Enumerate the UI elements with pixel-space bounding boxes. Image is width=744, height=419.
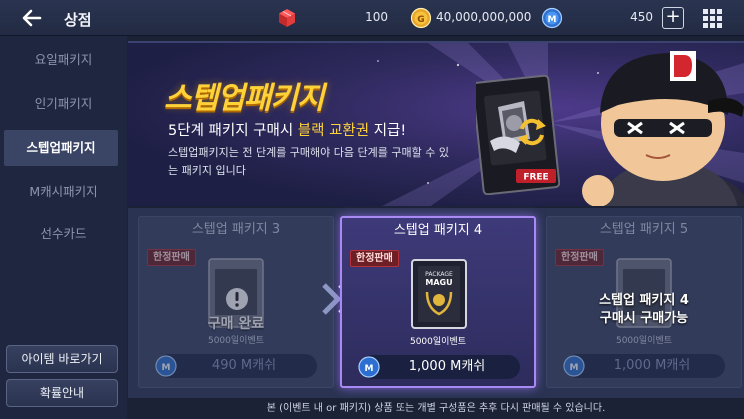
sidebar-item-player-card[interactable]: 선수카드 <box>0 216 127 252</box>
stepup-banner: 스텝업패키지 5단계 패키지 구매시 블랙 교환권 지급! 스텝업패키지는 전 … <box>128 41 744 206</box>
sidebar-item-popular-package[interactable]: 인기패키지 <box>0 86 127 122</box>
svg-text:M: M <box>548 15 557 25</box>
banner-subtitle-suffix: 지급! <box>369 123 407 139</box>
probability-guide-button[interactable]: 확률안내 <box>6 379 118 407</box>
package-card-step-4[interactable]: 스텝업 패키지 4 한정판매 PACKAGE MAGU 5000일이벤트 M 1… <box>340 216 536 388</box>
currency-red-cube: 100 <box>276 7 391 29</box>
limited-sale-badge: 한정판매 <box>147 249 196 266</box>
m-cash-count: 450 <box>630 10 653 24</box>
add-m-cash-button[interactable]: + <box>662 7 684 29</box>
price-label: 490 M캐쉬 <box>211 358 277 373</box>
red-cube-icon <box>279 9 295 27</box>
banner-subtitle-prefix: 5단계 패키지 구매시 <box>168 123 298 139</box>
locked-notice-line-1: 스텝업 패키지 4 <box>599 293 689 308</box>
gold-coin-icon: G <box>410 7 432 29</box>
package-title: 스텝업 패키지 5 <box>599 222 689 237</box>
package-card-step-3[interactable]: 스텝업 패키지 3 한정판매 구매 완료 5000일이벤트 M 490 M캐쉬 <box>138 216 334 388</box>
m-cash-icon: M <box>155 355 177 377</box>
price-button[interactable]: M 1,000 M캐쉬 <box>563 354 725 378</box>
menu-grid-icon[interactable] <box>703 9 723 29</box>
gold-count: 40,000,000,000 <box>436 10 532 24</box>
baseball-player-character-image <box>582 51 744 206</box>
price-label: 1,000 M캐쉬 <box>613 358 691 373</box>
package-bag-image: PACKAGE MAGU <box>411 259 467 329</box>
m-cash-icon: M <box>541 7 563 29</box>
bag-label-main: MAGU <box>425 278 452 287</box>
bag-label-top: PACKAGE <box>425 271 453 278</box>
package-title: 스텝업 패키지 3 <box>191 222 281 237</box>
currency-gold: G 40,000,000,000 <box>410 7 532 29</box>
back-arrow-icon[interactable] <box>18 4 46 32</box>
item-shortcut-button[interactable]: 아이템 바로가기 <box>6 345 118 373</box>
alert-icon <box>226 288 248 310</box>
package-title: 스텝업 패키지 4 <box>393 223 483 238</box>
banner-description: 스텝업패키지는 전 단계를 구매해야 다음 단계를 구매할 수 있는 패키지 입… <box>168 146 449 177</box>
top-bar: 상점 100 G 40,000,000,000 M 450 + <box>0 0 744 36</box>
banner-title: 스텝업패키지 <box>164 81 325 116</box>
package-caption: 5000일이벤트 <box>615 336 673 346</box>
red-cube-count: 100 <box>365 10 388 24</box>
sidebar: 요일패키지 인기패키지 스텝업패키지 M캐시패키지 선수카드 아이템 바로가기 … <box>0 36 127 419</box>
buy-price-button[interactable]: M 1,000 M캐쉬 <box>358 355 520 379</box>
footer-notice: 본 (이벤트 내 or 패키지) 상품 또는 개별 구성품은 추후 다시 판매될… <box>128 398 744 419</box>
price-button[interactable]: M 490 M캐쉬 <box>155 354 317 378</box>
sidebar-item-daily-package[interactable]: 요일패키지 <box>0 42 127 78</box>
card-free-tag: FREE <box>523 173 548 183</box>
package-caption: 5000일이벤트 <box>207 336 265 346</box>
package-caption: 5000일이벤트 <box>409 337 467 347</box>
locked-notice-line-2: 구매시 구매가능 <box>599 311 689 326</box>
black-ticket-card-image: FREE <box>476 74 560 195</box>
page-title: 상점 <box>64 11 92 29</box>
limited-sale-badge: 한정판매 <box>350 250 399 267</box>
purchase-complete-label: 구매 완료 <box>207 316 265 332</box>
m-cash-icon: M <box>358 356 380 378</box>
svg-text:M: M <box>570 363 579 373</box>
svg-text:G: G <box>417 15 424 25</box>
sidebar-item-mcash-package[interactable]: M캐시패키지 <box>0 174 127 210</box>
package-list: 스텝업 패키지 3 한정판매 구매 완료 5000일이벤트 M 490 M캐쉬 … <box>128 208 744 398</box>
limited-sale-badge: 한정판매 <box>555 249 604 266</box>
sidebar-item-stepup-package[interactable]: 스텝업패키지 <box>4 130 118 166</box>
svg-text:M: M <box>162 363 171 373</box>
svg-text:M: M <box>365 364 374 374</box>
currency-m-cash: M 450 <box>541 7 656 29</box>
price-label: 1,000 M캐쉬 <box>408 359 486 374</box>
banner-subtitle-highlight: 블랙 교환권 <box>297 123 370 139</box>
banner-subtitle: 5단계 패키지 구매시 블랙 교환권 지급! <box>168 119 406 140</box>
m-cash-icon: M <box>563 355 585 377</box>
